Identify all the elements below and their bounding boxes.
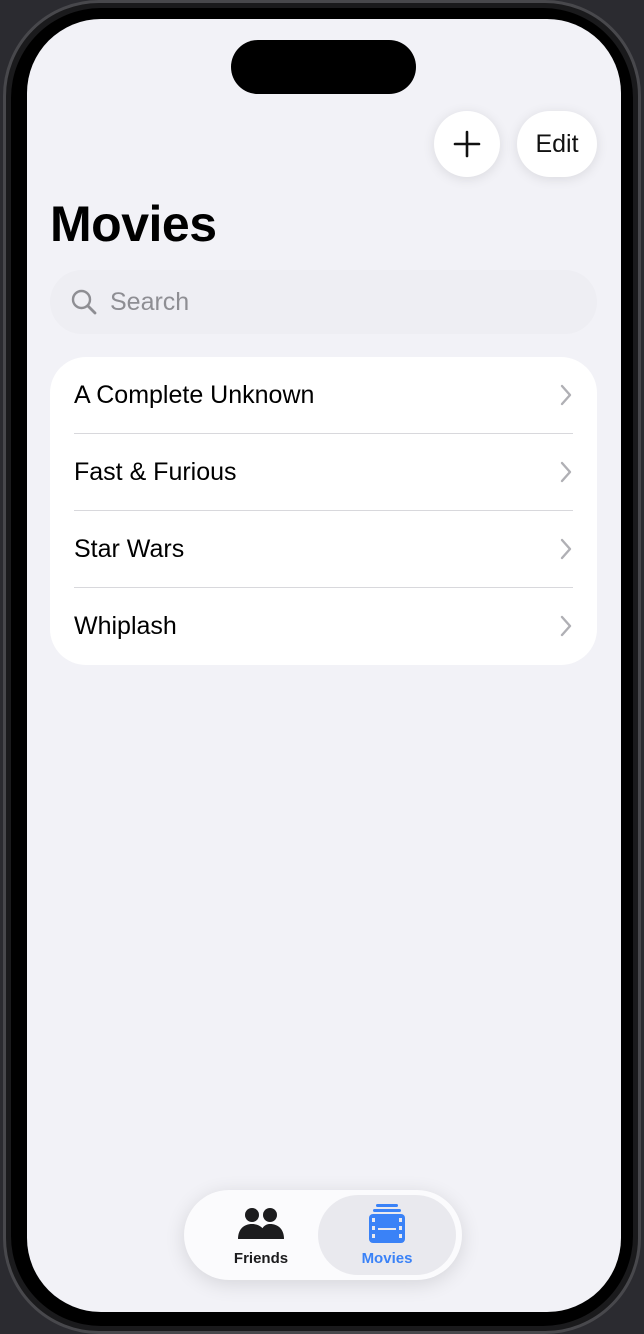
page-title: Movies <box>50 196 217 252</box>
movie-row[interactable]: Fast & Furious <box>50 434 597 511</box>
plus-icon <box>453 130 481 158</box>
chevron-right-icon <box>560 461 572 483</box>
movie-title: Fast & Furious <box>74 458 237 486</box>
movie-title: Whiplash <box>74 612 177 640</box>
movie-row[interactable]: Star Wars <box>50 511 597 588</box>
tab-friends-label: Friends <box>233 1250 289 1267</box>
chevron-right-icon <box>560 538 572 560</box>
tab-movies[interactable]: Movies <box>318 1195 456 1275</box>
movie-title: Star Wars <box>74 535 185 563</box>
tab-bar: Friends Movies <box>184 1190 462 1280</box>
film-stack-icon <box>368 1204 406 1244</box>
chevron-right-icon <box>560 384 572 406</box>
app-screen: Edit Movies A Complete Unknown Fast & Fu… <box>27 19 621 1312</box>
add-movie-button[interactable] <box>434 111 500 177</box>
person-2-fill-icon <box>236 1204 286 1244</box>
movies-list: A Complete Unknown Fast & Furious Star W… <box>50 357 597 665</box>
movie-title: A Complete Unknown <box>74 381 315 409</box>
tab-movies-label: Movies <box>361 1250 413 1267</box>
search-input[interactable] <box>108 286 572 318</box>
magnifying-glass-icon <box>70 288 98 316</box>
edit-button[interactable]: Edit <box>517 111 597 177</box>
movie-row[interactable]: Whiplash <box>50 588 597 665</box>
chevron-right-icon <box>560 615 572 637</box>
tab-friends[interactable]: Friends <box>192 1195 330 1275</box>
search-field[interactable] <box>50 270 597 334</box>
movie-row[interactable]: A Complete Unknown <box>50 357 597 434</box>
dynamic-island <box>231 40 416 94</box>
